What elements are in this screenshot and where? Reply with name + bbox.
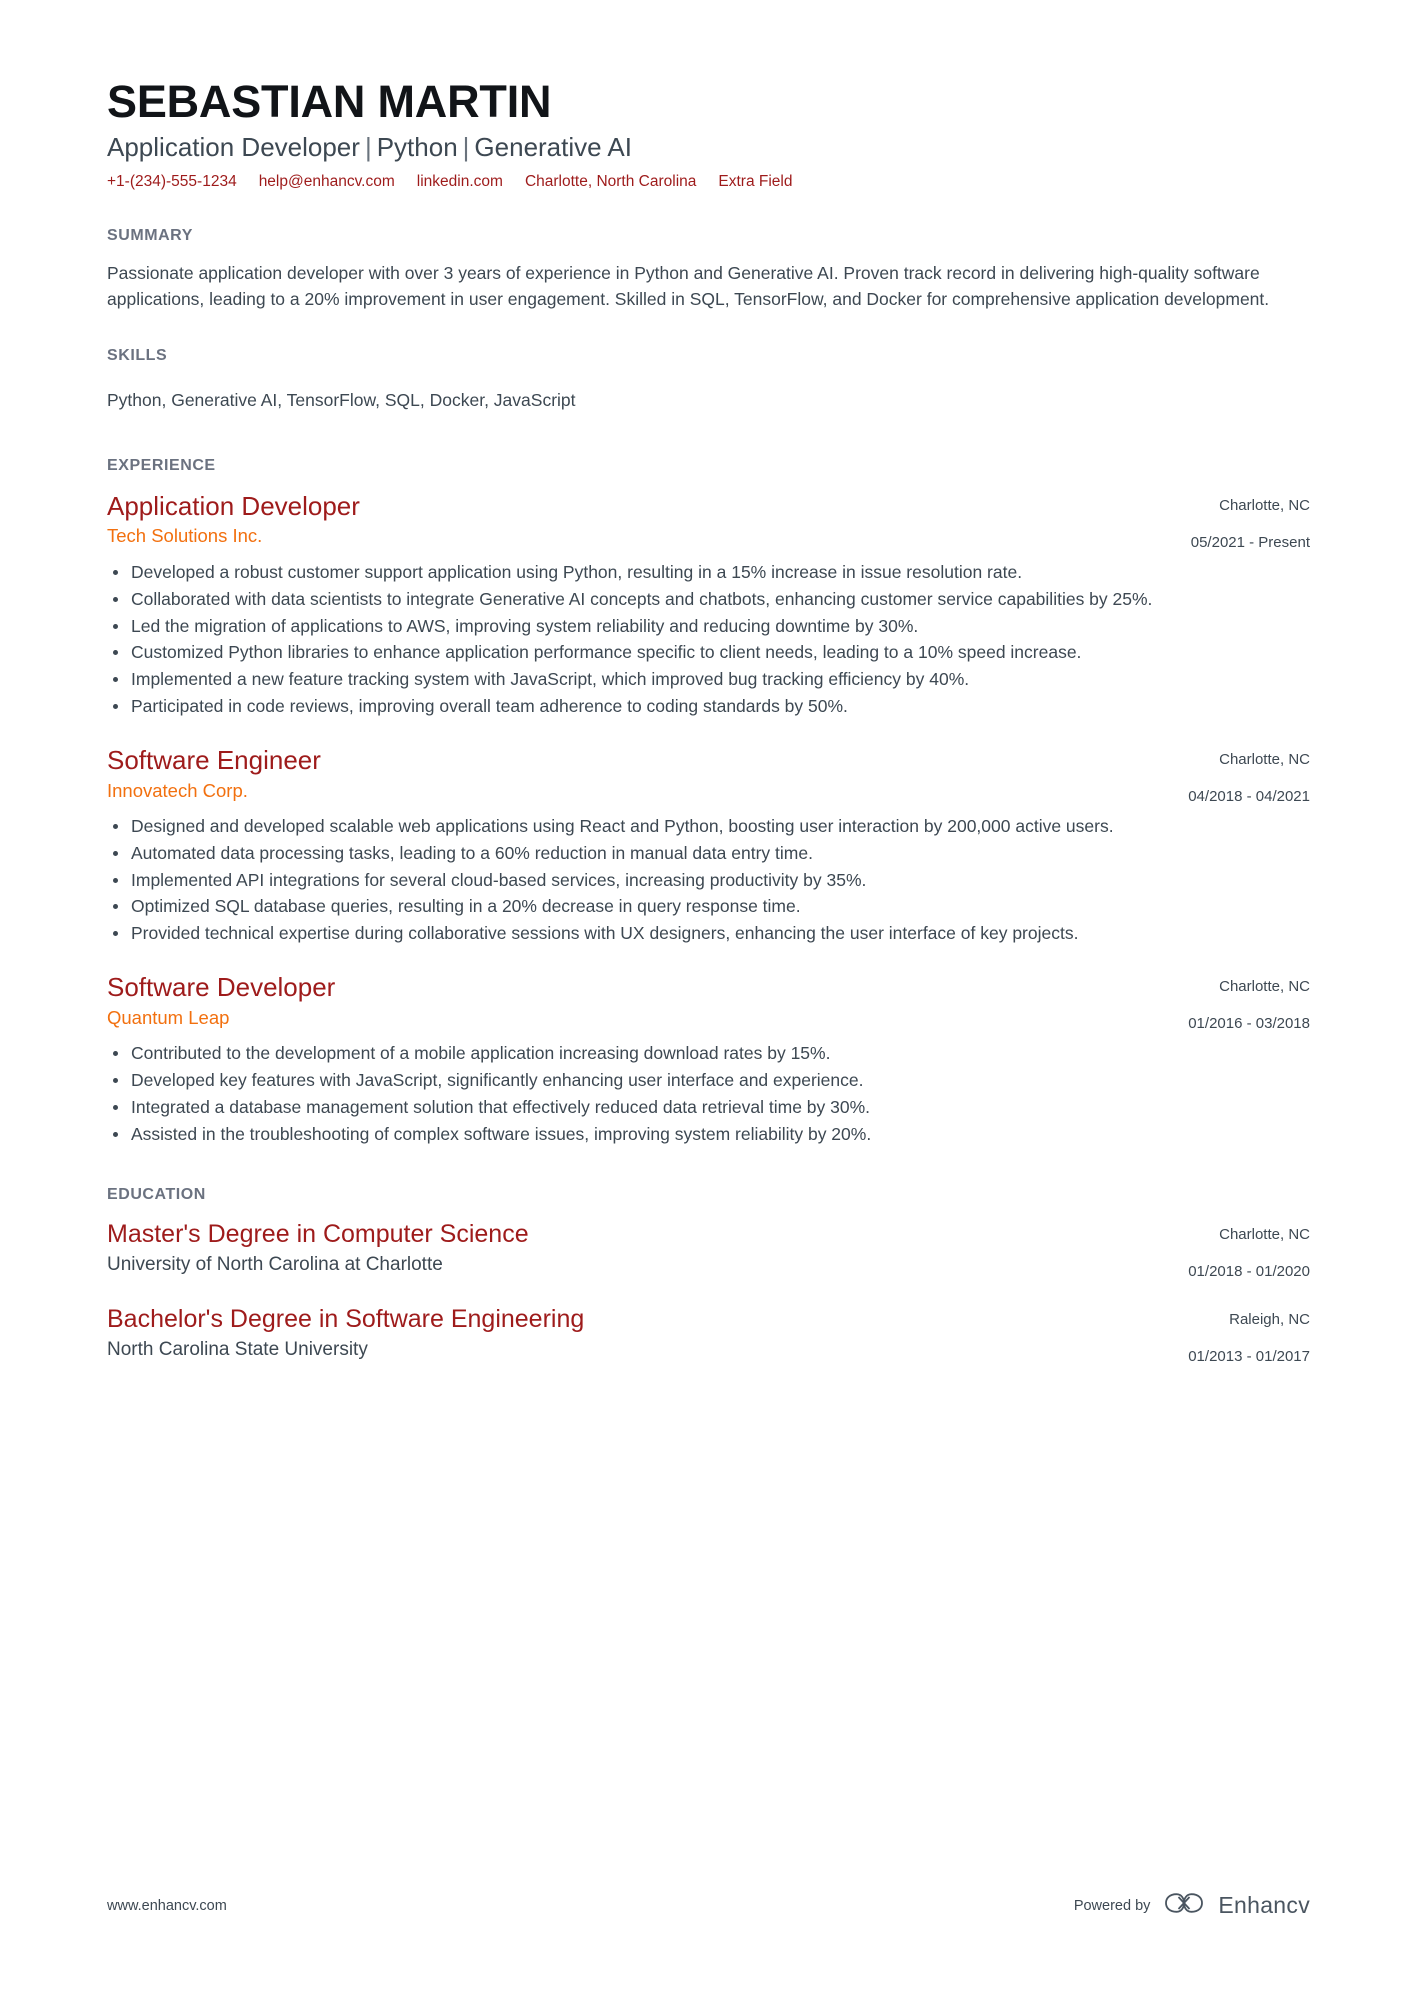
job-bullet: Participated in code reviews, improving … xyxy=(107,694,1296,719)
job-bullet: Automated data processing tasks, leading… xyxy=(107,841,1296,866)
experience-entry-meta: Charlotte, NC 05/2021 - Present xyxy=(1165,491,1310,552)
headline-part-1: Python xyxy=(376,131,458,162)
education-entry-left: Master's Degree in Computer Science Univ… xyxy=(107,1220,1162,1277)
company-name: Tech Solutions Inc. xyxy=(107,525,263,547)
headline-part-0: Application Developer xyxy=(107,131,360,162)
enhancv-brand-name: Enhancv xyxy=(1218,1892,1310,1918)
experience-entry-head: Software Engineer Innovatech Corp. Charl… xyxy=(107,745,1310,806)
experience-entry: Application Developer Tech Solutions Inc… xyxy=(107,491,1310,719)
summary-heading: SUMMARY xyxy=(107,226,193,244)
institution-name: University of North Carolina at Charlott… xyxy=(107,1253,443,1275)
job-bullet: Integrated a database management solutio… xyxy=(107,1095,1296,1120)
education-entry: Bachelor's Degree in Software Engineerin… xyxy=(107,1305,1310,1366)
experience-entry-left: Software Engineer Innovatech Corp. xyxy=(107,745,1162,803)
education-entry-meta: Charlotte, NC 01/2018 - 01/2020 xyxy=(1162,1220,1310,1281)
job-bullets: Developed a robust customer support appl… xyxy=(107,560,1310,719)
skills-heading: SKILLS xyxy=(107,346,168,364)
candidate-headline: Application Developer | Python | Generative … xyxy=(107,131,1310,164)
job-bullet: Collaborated with data scientists to int… xyxy=(107,587,1296,612)
skills-section: SKILLS Python, Generative AI, TensorFlow… xyxy=(107,347,1310,413)
job-bullet: Implemented API integrations for several… xyxy=(107,868,1296,893)
experience-entry-head: Software Developer Quantum Leap Charlott… xyxy=(107,972,1310,1033)
experience-entry-left: Software Developer Quantum Leap xyxy=(107,972,1162,1030)
company-name: Innovatech Corp. xyxy=(107,779,248,801)
degree-title: Master's Degree in Computer Science xyxy=(107,1220,529,1249)
job-location: Charlotte, NC xyxy=(1219,978,1310,996)
experience-heading: EXPERIENCE xyxy=(107,456,216,474)
education-entry-left: Bachelor's Degree in Software Engineerin… xyxy=(107,1305,1162,1362)
job-bullets: Designed and developed scalable web appl… xyxy=(107,814,1310,946)
education-location: Raleigh, NC xyxy=(1229,1311,1310,1329)
education-location: Charlotte, NC xyxy=(1219,1226,1310,1244)
education-heading: EDUCATION xyxy=(107,1186,206,1204)
job-location: Charlotte, NC xyxy=(1219,496,1310,514)
contact-linkedin[interactable]: linkedin.com xyxy=(417,171,503,193)
contact-row: +1-(234)-555-1234 help@enhancv.com linke… xyxy=(107,171,1310,193)
education-dates: 01/2013 - 01/2017 xyxy=(1188,1348,1310,1366)
experience-entry-meta: Charlotte, NC 04/2018 - 04/2021 xyxy=(1162,745,1310,806)
experience-section: EXPERIENCE Application Developer Tech So… xyxy=(107,457,1310,1147)
job-bullet: Provided technical expertise during coll… xyxy=(107,921,1296,946)
candidate-name: SEBASTIAN MARTIN xyxy=(107,76,552,127)
job-location: Charlotte, NC xyxy=(1219,750,1310,768)
powered-by-label: Powered by xyxy=(1073,1897,1151,1914)
job-bullet: Contributed to the development of a mobi… xyxy=(107,1041,1296,1066)
job-dates: 01/2016 - 03/2018 xyxy=(1188,1015,1310,1033)
job-title: Application Developer xyxy=(107,490,360,521)
job-bullet: Customized Python libraries to enhance a… xyxy=(107,640,1296,665)
headline-part-2: Generative AI xyxy=(474,131,632,162)
experience-entry: Software Developer Quantum Leap Charlott… xyxy=(107,972,1310,1146)
headline-separator-icon: | xyxy=(364,131,372,162)
experience-entry-meta: Charlotte, NC 01/2016 - 03/2018 xyxy=(1162,972,1310,1033)
experience-entry-head: Application Developer Tech Solutions Inc… xyxy=(107,491,1310,552)
contact-email[interactable]: help@enhancv.com xyxy=(259,171,395,193)
experience-entry-left: Application Developer Tech Solutions Inc… xyxy=(107,491,1165,549)
education-entry-head: Master's Degree in Computer Science Univ… xyxy=(107,1220,1310,1281)
experience-entry: Software Engineer Innovatech Corp. Charl… xyxy=(107,745,1310,946)
company-name: Quantum Leap xyxy=(107,1006,230,1028)
enhancv-logo-icon xyxy=(1163,1890,1205,1921)
contact-extra-field[interactable]: Extra Field xyxy=(718,171,792,193)
job-dates: 04/2018 - 04/2021 xyxy=(1188,787,1310,805)
job-bullet: Implemented a new feature tracking syste… xyxy=(107,667,1296,692)
education-entry: Master's Degree in Computer Science Univ… xyxy=(107,1220,1310,1281)
degree-title: Bachelor's Degree in Software Engineerin… xyxy=(107,1305,585,1334)
resume-page: SEBASTIAN MARTIN Application Developer | P… xyxy=(0,0,1410,1995)
job-bullet: Developed key features with JavaScript, … xyxy=(107,1068,1296,1093)
resume-header: SEBASTIAN MARTIN Application Developer | P… xyxy=(107,76,1310,193)
footer-website-url[interactable]: www.enhancv.com xyxy=(107,1898,227,1914)
contact-location[interactable]: Charlotte, North Carolina xyxy=(525,171,696,193)
job-bullet: Assisted in the troubleshooting of compl… xyxy=(107,1122,1296,1147)
footer-brand: Powered by Enhancv xyxy=(1074,1890,1310,1921)
institution-name: North Carolina State University xyxy=(107,1338,368,1360)
job-bullet: Designed and developed scalable web appl… xyxy=(107,814,1296,839)
education-section: EDUCATION Master's Degree in Computer Sc… xyxy=(107,1186,1310,1366)
job-bullet: Led the migration of applications to AWS… xyxy=(107,614,1296,639)
job-title: Software Developer xyxy=(107,972,336,1003)
education-entry-meta: Raleigh, NC 01/2013 - 01/2017 xyxy=(1162,1305,1310,1366)
headline-separator-icon: | xyxy=(462,131,470,162)
summary-section: SUMMARY Passionate application developer… xyxy=(107,227,1310,313)
summary-text: Passionate application developer with ov… xyxy=(107,262,1270,309)
education-entry-head: Bachelor's Degree in Software Engineerin… xyxy=(107,1305,1310,1366)
skills-text: Python, Generative AI, TensorFlow, SQL, … xyxy=(107,389,576,410)
job-bullet: Developed a robust customer support appl… xyxy=(107,560,1296,585)
job-bullets: Contributed to the development of a mobi… xyxy=(107,1041,1310,1146)
job-dates: 05/2021 - Present xyxy=(1190,533,1310,551)
page-footer: www.enhancv.com Powered by Enhancv xyxy=(107,1890,1310,1921)
job-bullet: Optimized SQL database queries, resultin… xyxy=(107,894,1296,919)
education-dates: 01/2018 - 01/2020 xyxy=(1188,1263,1310,1281)
contact-phone[interactable]: +1-(234)-555-1234 xyxy=(107,171,237,193)
job-title: Software Engineer xyxy=(107,744,321,775)
